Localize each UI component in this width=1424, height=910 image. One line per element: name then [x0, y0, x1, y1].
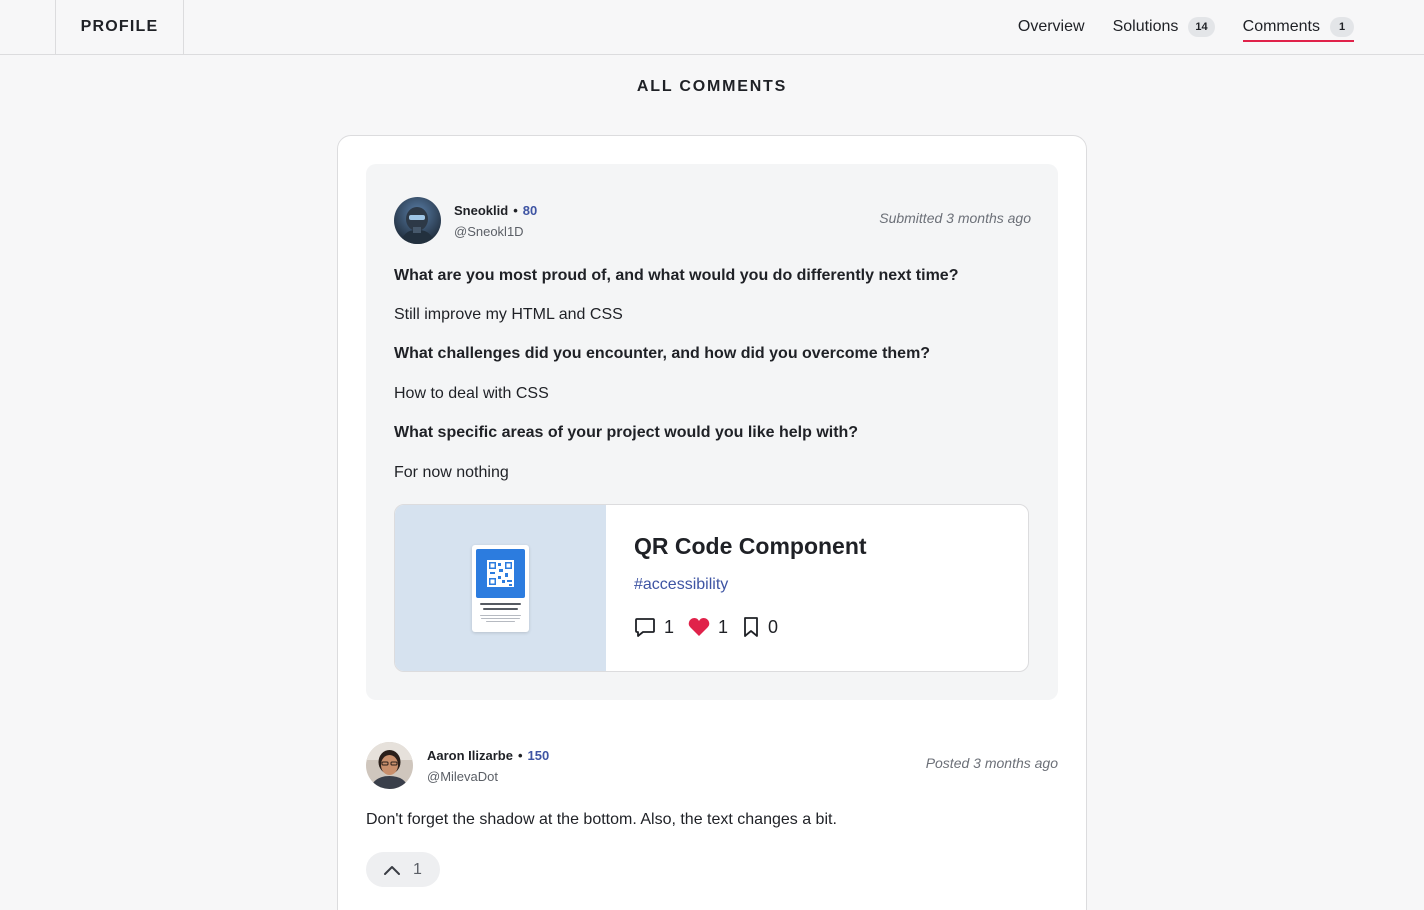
answer-3: For now nothing — [394, 464, 509, 481]
comments-count: 1 — [664, 616, 675, 637]
tab-comments-label: Comments — [1242, 18, 1320, 35]
commenter-reputation: 150 — [527, 748, 550, 763]
comment-icon — [635, 618, 655, 637]
likes-stat: 1 — [688, 617, 728, 638]
qr-code-icon — [476, 549, 525, 598]
question-3: What specific areas of your project woul… — [394, 424, 859, 441]
heart-icon[interactable] — [688, 617, 710, 637]
question-1: What are you most proud of, and what wou… — [394, 267, 959, 284]
commenter-handle[interactable]: @MilevaDot — [427, 769, 498, 784]
posted-time: Posted 3 months ago — [925, 755, 1058, 771]
tab-comments[interactable]: Comments 1 — [1242, 0, 1355, 54]
person-avatar[interactable] — [366, 742, 413, 789]
bookmarks-count: 0 — [768, 616, 779, 637]
page-title: ALL COMMENTS — [636, 78, 788, 95]
bookmark-icon[interactable] — [742, 616, 760, 638]
answer-2: How to deal with CSS — [394, 385, 549, 402]
upvote-count: 1 — [413, 860, 422, 878]
tab-overview[interactable]: Overview — [1018, 0, 1085, 54]
commenter-name[interactable]: Aaron Ilizarbe — [427, 748, 513, 763]
upvote-button[interactable]: 1 — [366, 852, 440, 887]
tab-solutions[interactable]: Solutions 14 — [1113, 0, 1215, 54]
tab-solutions-label: Solutions — [1112, 18, 1179, 35]
commenter-name-line: Aaron Ilizarbe • 150 — [427, 748, 549, 763]
solutions-count-badge: 14 — [1188, 17, 1215, 37]
profile-tabs: Overview Solutions 14 Comments 1 — [990, 0, 1355, 54]
question-2: What challenges did you encounter, and h… — [394, 345, 931, 362]
separator-dot: • — [513, 203, 518, 218]
submitted-time: Submitted 3 months ago — [879, 210, 1031, 226]
tab-overview-label: Overview — [1017, 18, 1085, 35]
separator-dot: • — [517, 748, 523, 763]
author-name[interactable]: Sneoklid — [454, 203, 508, 218]
robot-avatar[interactable] — [394, 197, 441, 244]
profile-brand[interactable]: PROFILE — [55, 0, 184, 54]
bookmarks-stat: 0 — [742, 616, 778, 638]
comment-card: Sneoklid • 80 @Sneokl1D Submitted 3 months… — [337, 135, 1087, 910]
project-title[interactable]: QR Code Component — [634, 533, 867, 560]
top-navigation: PROFILE Overview Solutions 14 Comments 1 — [0, 0, 1424, 55]
author-reputation: 80 — [522, 203, 538, 218]
qr-preview-image — [472, 545, 529, 632]
chevron-up-icon — [384, 865, 400, 875]
answer-1: Still improve my HTML and CSS — [394, 306, 623, 323]
comments-count-badge: 1 — [1330, 17, 1354, 37]
author-name-line: Sneoklid • 80 — [454, 203, 537, 218]
likes-count: 1 — [718, 616, 729, 637]
project-stats: 1 1 0 — [634, 616, 792, 638]
project-thumbnail[interactable] — [395, 505, 606, 671]
comment-text: Don't forget the shadow at the bottom. A… — [366, 811, 837, 828]
project-tag[interactable]: #accessibility — [634, 576, 728, 594]
project-card[interactable]: QR Code Component #accessibility 1 1 0 — [394, 504, 1029, 672]
solution-summary: Sneoklid • 80 @Sneokl1D Submitted 3 months… — [366, 164, 1058, 700]
comments-stat: 1 — [634, 616, 674, 638]
author-handle[interactable]: @Sneokl1D — [454, 224, 524, 239]
